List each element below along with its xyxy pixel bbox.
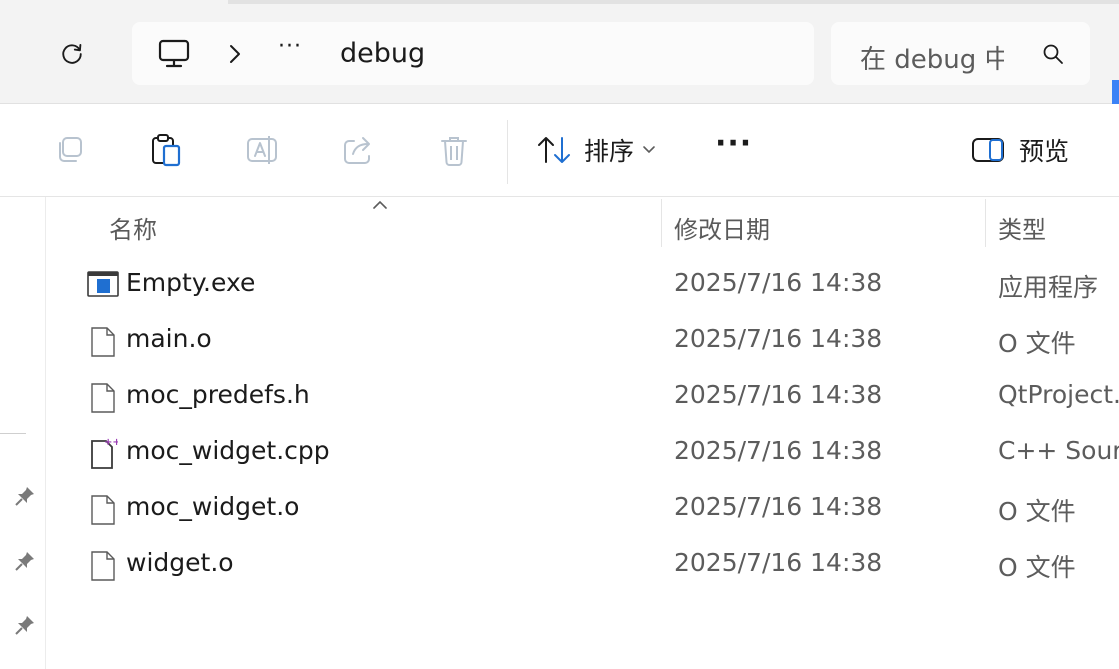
column-resize-handle[interactable] bbox=[661, 199, 662, 247]
share-button[interactable] bbox=[340, 132, 376, 168]
copy-button[interactable] bbox=[52, 132, 88, 168]
this-pc-icon[interactable] bbox=[158, 39, 190, 69]
command-bar: 排序 ··· 预览 bbox=[0, 104, 1119, 197]
chevron-right-icon[interactable] bbox=[228, 43, 242, 65]
refresh-icon bbox=[62, 43, 82, 64]
delete-button[interactable] bbox=[436, 132, 472, 168]
breadcrumb-current-folder[interactable]: debug bbox=[340, 38, 425, 69]
preview-label: 预览 bbox=[1019, 137, 1070, 166]
file-row[interactable]: moc_widget.o 2025/7/16 14:38 O 文件 bbox=[46, 482, 1119, 538]
file-icon bbox=[91, 327, 115, 357]
pin-icon[interactable] bbox=[14, 550, 36, 574]
file-type: QtProject. bbox=[998, 380, 1119, 409]
cpp-file-icon: ++ bbox=[91, 437, 118, 469]
search-icon bbox=[1043, 44, 1063, 64]
paste-icon bbox=[152, 134, 181, 167]
preview-pane-icon bbox=[972, 138, 1004, 162]
preview-pane-button[interactable]: 预览 bbox=[971, 132, 1069, 168]
pin-icon[interactable] bbox=[14, 614, 36, 638]
file-row[interactable]: Empty.exe 2025/7/16 14:38 应用程序 bbox=[46, 258, 1119, 314]
file-row[interactable]: main.o 2025/7/16 14:38 O 文件 bbox=[46, 314, 1119, 370]
file-row[interactable]: ++ moc_widget.cpp 2025/7/16 14:38 C++ So… bbox=[46, 426, 1119, 482]
copy-icon bbox=[59, 137, 82, 162]
column-header-name[interactable]: 名称 bbox=[109, 210, 157, 245]
address-bar[interactable]: ··· debug bbox=[132, 22, 814, 85]
file-type: O 文件 bbox=[998, 497, 1076, 526]
file-name: main.o bbox=[126, 324, 212, 353]
sort-label: 排序 bbox=[584, 137, 635, 166]
breadcrumb-overflow-button[interactable]: ··· bbox=[278, 34, 302, 59]
paste-button[interactable] bbox=[148, 132, 184, 168]
window-edge bbox=[228, 0, 1119, 4]
file-modified: 2025/7/16 14:38 bbox=[674, 492, 883, 521]
toolbar-separator bbox=[507, 120, 508, 184]
sort-ascending-icon bbox=[373, 200, 387, 209]
file-name: moc_widget.cpp bbox=[126, 436, 330, 465]
file-modified: 2025/7/16 14:38 bbox=[674, 324, 883, 353]
rename-button[interactable] bbox=[244, 132, 280, 168]
search-box[interactable]: 在 debug 中 bbox=[831, 22, 1090, 85]
rename-icon bbox=[247, 136, 277, 164]
file-name: Empty.exe bbox=[126, 268, 256, 297]
chevron-down-icon bbox=[643, 146, 655, 154]
navigation-pane bbox=[0, 197, 46, 669]
file-icon bbox=[91, 383, 115, 413]
file-type: C++ Source bbox=[998, 436, 1119, 465]
sort-button[interactable]: 排序 bbox=[536, 132, 656, 168]
file-name: moc_predefs.h bbox=[126, 380, 310, 409]
navigation-bar: ··· debug 在 debug 中 bbox=[0, 0, 1119, 104]
share-icon bbox=[344, 137, 370, 164]
file-icon bbox=[91, 495, 115, 525]
file-icon bbox=[91, 551, 115, 581]
column-header-modified[interactable]: 修改日期 bbox=[674, 210, 770, 245]
search-input[interactable]: 在 debug 中 bbox=[860, 39, 1004, 76]
file-modified: 2025/7/16 14:38 bbox=[674, 436, 883, 465]
sort-icon bbox=[538, 137, 570, 163]
column-resize-handle[interactable] bbox=[985, 199, 986, 247]
file-modified: 2025/7/16 14:38 bbox=[674, 548, 883, 577]
file-name: moc_widget.o bbox=[126, 492, 300, 521]
trash-icon bbox=[441, 137, 467, 166]
file-type: O 文件 bbox=[998, 329, 1076, 358]
file-row[interactable]: widget.o 2025/7/16 14:38 O 文件 bbox=[46, 538, 1119, 594]
file-row[interactable]: moc_predefs.h 2025/7/16 14:38 QtProject. bbox=[46, 370, 1119, 426]
file-type: O 文件 bbox=[998, 553, 1076, 582]
file-type: 应用程序 bbox=[998, 273, 1099, 302]
file-modified: 2025/7/16 14:38 bbox=[674, 380, 883, 409]
refresh-button[interactable] bbox=[52, 34, 92, 74]
column-header-type[interactable]: 类型 bbox=[998, 210, 1046, 245]
file-name: widget.o bbox=[126, 548, 234, 577]
nav-divider bbox=[0, 433, 26, 434]
more-options-button[interactable]: ··· bbox=[715, 129, 752, 159]
exe-icon bbox=[87, 271, 119, 297]
svg-text:++: ++ bbox=[104, 437, 118, 448]
pin-icon[interactable] bbox=[14, 485, 36, 509]
file-modified: 2025/7/16 14:38 bbox=[674, 268, 883, 297]
